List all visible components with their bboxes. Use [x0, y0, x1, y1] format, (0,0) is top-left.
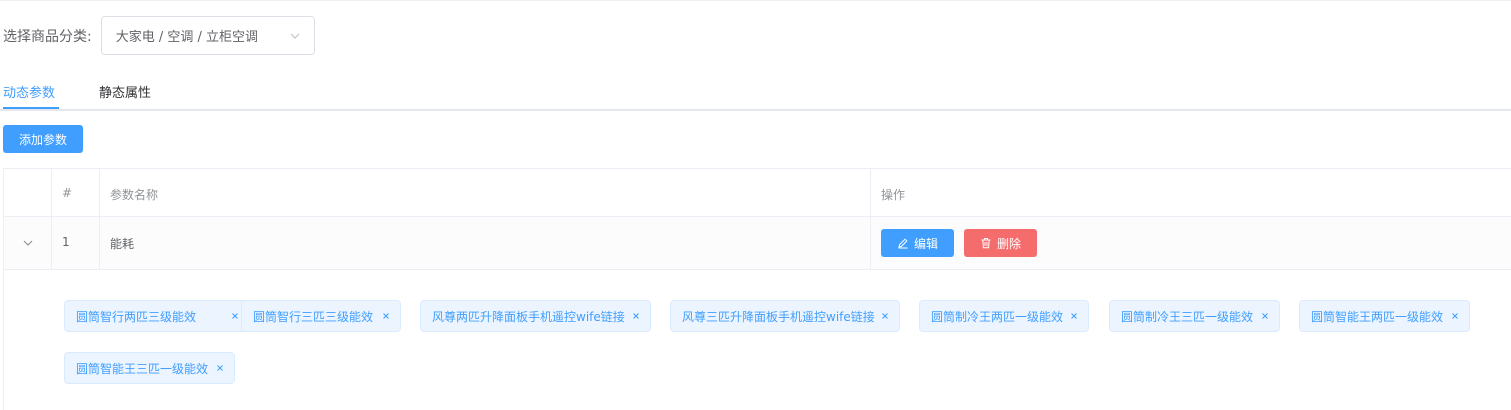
- tag-label: 圆筒制冷王两匹一级能效: [931, 309, 1064, 324]
- column-divider: [51, 169, 52, 270]
- table-header: # 参数名称 操作: [4, 169, 1511, 217]
- close-icon[interactable]: [214, 362, 226, 374]
- tag-label: 圆筒智能王三匹一级能效: [76, 361, 209, 376]
- param-tag: 圆筒智能王两匹一级能效: [1299, 300, 1470, 332]
- table-row: 1 能耗 编辑 删除: [4, 217, 1511, 270]
- param-tag: 圆筒智行三匹三级能效: [241, 300, 401, 332]
- tag-label: 圆筒智行三匹三级能效: [253, 309, 374, 324]
- header-index: #: [62, 186, 73, 200]
- param-tag: 圆筒制冷王两匹一级能效: [919, 300, 1089, 332]
- category-cascader[interactable]: 大家电 / 空调 / 立柜空调: [100, 16, 315, 55]
- chevron-down-icon: [290, 33, 300, 39]
- row-index: 1: [62, 235, 70, 249]
- column-divider: [99, 169, 100, 270]
- category-value: 大家电 / 空调 / 立柜空调: [115, 30, 259, 45]
- delete-label: 删除: [996, 236, 1021, 251]
- tab-static-attributes[interactable]: 静态属性: [99, 82, 151, 101]
- trash-icon: [981, 238, 991, 249]
- column-divider: [870, 169, 871, 270]
- tag-label: 风尊三匹升降面板手机遥控wife链接: [682, 309, 875, 324]
- params-table: # 参数名称 操作 1 能耗 编辑 删除 圆筒智行两匹三级能效 圆筒智行三匹三级…: [3, 168, 1511, 410]
- tab-dynamic-params[interactable]: 动态参数: [3, 82, 55, 101]
- param-tag: 圆筒制冷王三匹一级能效: [1109, 300, 1280, 332]
- header-param-name: 参数名称: [110, 188, 159, 202]
- param-tag: 圆筒智能王三匹一级能效: [64, 352, 235, 384]
- add-param-button[interactable]: 添加参数: [3, 125, 83, 153]
- param-tag: 风尊三匹升降面板手机遥控wife链接: [670, 300, 900, 332]
- close-icon[interactable]: [229, 310, 241, 322]
- close-icon[interactable]: [1449, 310, 1461, 322]
- tag-label: 圆筒智能王两匹一级能效: [1311, 309, 1444, 324]
- delete-button[interactable]: 删除: [964, 229, 1037, 257]
- edit-label: 编辑: [913, 236, 938, 251]
- tag-label: 圆筒制冷王三匹一级能效: [1121, 309, 1254, 324]
- close-icon[interactable]: [1068, 310, 1080, 322]
- category-selector-row: 选择商品分类: 大家电 / 空调 / 立柜空调: [3, 15, 315, 56]
- close-icon[interactable]: [879, 310, 891, 322]
- header-actions: 操作: [881, 188, 906, 202]
- edit-button[interactable]: 编辑: [881, 229, 954, 257]
- top-divider: [0, 0, 1511, 1]
- param-tag: 圆筒智行两匹三级能效: [64, 300, 250, 332]
- param-tabs: 动态参数 静态属性: [0, 74, 1511, 111]
- tag-label: 风尊两匹升降面板手机遥控wife链接: [432, 309, 625, 324]
- active-tab-indicator: [3, 107, 59, 109]
- close-icon[interactable]: [630, 310, 642, 322]
- edit-icon: [898, 238, 908, 249]
- close-icon[interactable]: [380, 310, 392, 322]
- category-label: 选择商品分类:: [3, 28, 92, 45]
- tag-label: 圆筒智行两匹三级能效: [76, 309, 197, 324]
- chevron-down-icon[interactable]: [21, 236, 35, 250]
- close-icon[interactable]: [1259, 310, 1271, 322]
- param-tag: 风尊两匹升降面板手机遥控wife链接: [420, 300, 651, 332]
- row-param-name: 能耗: [110, 237, 135, 251]
- tabs-divider: [0, 109, 1511, 111]
